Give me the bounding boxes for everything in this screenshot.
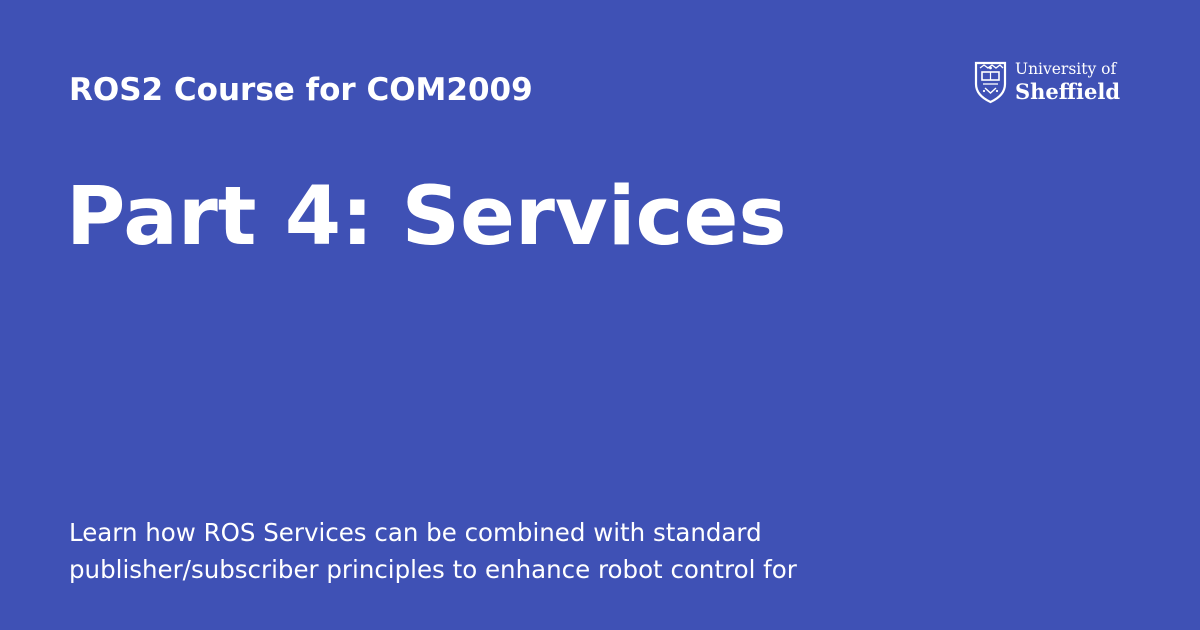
page-title: Part 4: Services	[66, 170, 787, 264]
description: Learn how ROS Services can be combined w…	[69, 514, 929, 588]
description-line-1: Learn how ROS Services can be combined w…	[69, 518, 762, 547]
course-title: ROS2 Course for COM2009	[69, 72, 533, 108]
description-line-2: publisher/subscriber principles to enhan…	[69, 555, 797, 584]
logo-line-1: University of	[1015, 60, 1117, 78]
social-card: ROS2 Course for COM2009 Part 4: Services…	[0, 0, 1200, 630]
logo-line-2: Sheffield	[1015, 79, 1121, 104]
crest-icon	[974, 61, 1007, 104]
university-logo: University of Sheffield	[972, 58, 1122, 108]
logo-text: University of Sheffield	[1015, 59, 1120, 102]
